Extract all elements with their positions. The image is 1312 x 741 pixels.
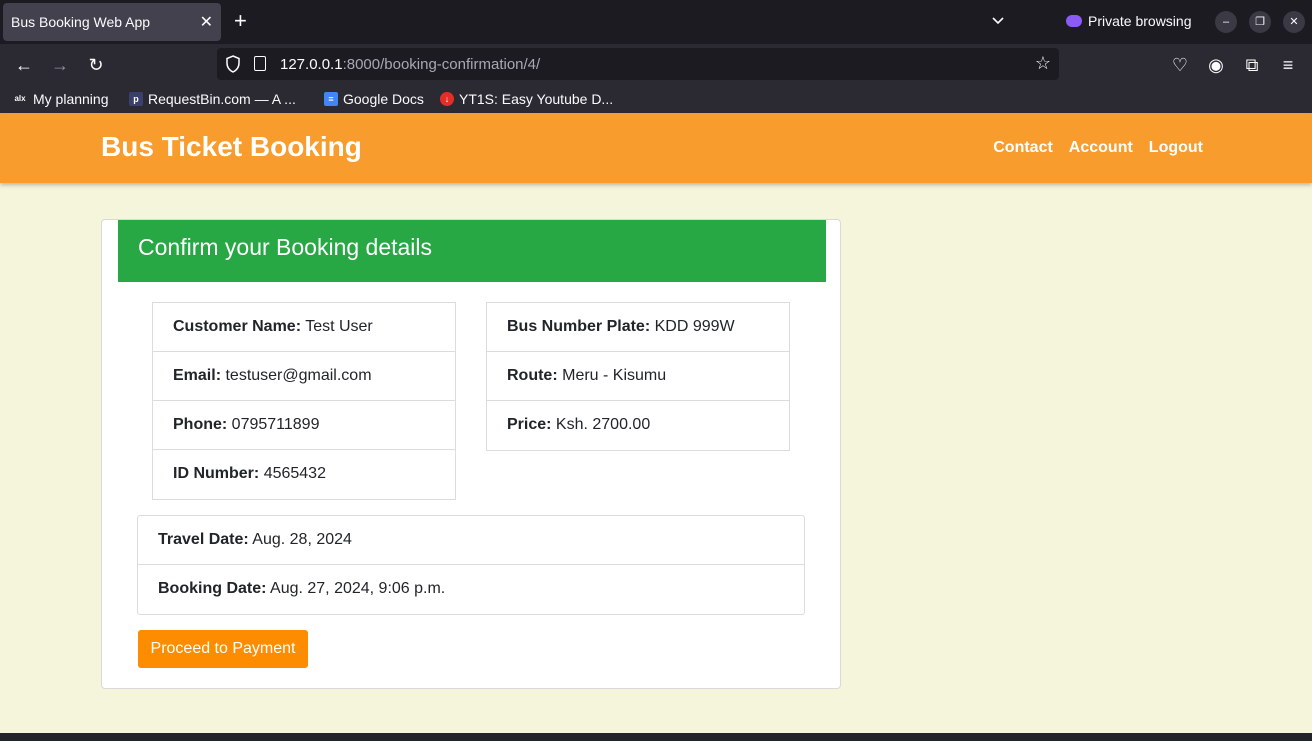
detail-label: Booking Date:: [158, 580, 267, 597]
list-item: Price: Ksh. 2700.00: [487, 401, 789, 450]
list-item: Customer Name: Test User: [153, 303, 455, 352]
bus-details-list: Bus Number Plate: KDD 999W Route: Meru -…: [486, 302, 790, 451]
list-item: Route: Meru - Kisumu: [487, 352, 789, 401]
address-bar[interactable]: 127.0.0.1:8000/booking-confirmation/4/ ☆: [217, 48, 1059, 80]
url-path: :8000/booking-confirmation/4/: [342, 56, 541, 73]
detail-value: Aug. 27, 2024, 9:06 p.m.: [270, 580, 446, 597]
card-header: Confirm your Booking details: [118, 220, 826, 282]
alx-icon: alx: [14, 94, 26, 103]
url-host: 127.0.0.1: [280, 56, 343, 73]
bookmark-requestbin[interactable]: p RequestBin.com — A ...: [129, 91, 296, 107]
list-item: ID Number: 4565432: [153, 450, 455, 499]
bookmark-star-icon[interactable]: ☆: [1035, 53, 1051, 74]
private-browsing-indicator: Private browsing: [1066, 13, 1192, 29]
bookmark-yt1s[interactable]: ↓ YT1S: Easy Youtube D...: [440, 91, 613, 107]
customer-details-list: Customer Name: Test User Email: testuser…: [152, 302, 456, 500]
requestbin-icon: p: [129, 92, 143, 106]
bookmark-label: My planning: [33, 91, 109, 107]
page-info-icon[interactable]: [254, 56, 266, 71]
menu-icon[interactable]: ≡: [1276, 53, 1300, 77]
yt1s-icon: ↓: [440, 92, 454, 106]
shield-icon[interactable]: [225, 55, 241, 73]
list-item: Phone: 0795711899: [153, 401, 455, 450]
list-item: Bus Number Plate: KDD 999W: [487, 303, 789, 352]
detail-label: ID Number:: [173, 465, 260, 482]
detail-value: 0795711899: [231, 416, 320, 433]
url-text[interactable]: 127.0.0.1:8000/booking-confirmation/4/: [280, 56, 540, 73]
private-browsing-label: Private browsing: [1088, 13, 1192, 29]
site-nav: Contact Account Logout: [993, 139, 1203, 157]
booking-card: Confirm your Booking details Customer Na…: [101, 219, 841, 689]
bookmark-google-docs[interactable]: ≡ Google Docs: [324, 91, 424, 107]
nav-contact[interactable]: Contact: [993, 139, 1053, 157]
browser-tab[interactable]: Bus Booking Web App ✕: [3, 3, 221, 41]
detail-label: Email:: [173, 367, 222, 384]
detail-label: Price:: [507, 416, 552, 433]
detail-value: 4565432: [263, 465, 326, 482]
extensions-icon[interactable]: ⧉: [1240, 53, 1264, 77]
nav-account[interactable]: Account: [1069, 139, 1133, 157]
bookmark-label: Google Docs: [343, 91, 424, 107]
detail-label: Travel Date:: [158, 531, 249, 548]
site-header: Bus Ticket Booking Contact Account Logou…: [0, 113, 1312, 183]
browser-tab-bar: Bus Booking Web App ✕ + Private browsing…: [0, 0, 1312, 44]
detail-label: Customer Name:: [173, 318, 302, 335]
minimize-icon[interactable]: –: [1215, 11, 1237, 33]
bookmarks-bar: alx My planning p RequestBin.com — A ...…: [0, 86, 1312, 113]
card-title: Confirm your Booking details: [138, 234, 433, 260]
detail-value: testuser@gmail.com: [225, 367, 372, 384]
detail-value: Meru - Kisumu: [562, 367, 667, 384]
list-item: Email: testuser@gmail.com: [153, 352, 455, 401]
detail-value: KDD 999W: [654, 318, 735, 335]
detail-label: Route:: [507, 367, 558, 384]
page-footer: [0, 733, 1312, 741]
bookmark-label: RequestBin.com — A ...: [148, 91, 296, 107]
pocket-icon[interactable]: ♡: [1168, 53, 1192, 77]
detail-value: Aug. 28, 2024: [252, 531, 352, 548]
list-item: Booking Date: Aug. 27, 2024, 9:06 p.m.: [138, 565, 804, 614]
new-tab-icon[interactable]: +: [234, 8, 247, 34]
reload-icon[interactable]: ↻: [84, 53, 108, 77]
restore-icon[interactable]: ❐: [1249, 11, 1271, 33]
site-brand[interactable]: Bus Ticket Booking: [101, 131, 362, 163]
detail-label: Phone:: [173, 416, 228, 433]
date-details-list: Travel Date: Aug. 28, 2024 Booking Date:…: [137, 515, 805, 615]
detail-value: Ksh. 2700.00: [555, 416, 651, 433]
window-close-icon[interactable]: ✕: [1283, 11, 1305, 33]
google-docs-icon: ≡: [324, 92, 338, 106]
private-mask-icon: [1066, 15, 1082, 27]
list-all-tabs-icon[interactable]: [990, 12, 1006, 28]
nav-logout[interactable]: Logout: [1149, 139, 1203, 157]
back-icon[interactable]: ←: [12, 53, 36, 77]
tab-title: Bus Booking Web App: [11, 14, 151, 30]
bookmark-my-planning[interactable]: alx My planning: [12, 91, 109, 107]
detail-label: Bus Number Plate:: [507, 318, 651, 335]
forward-icon[interactable]: →: [48, 53, 72, 77]
bookmark-label: YT1S: Easy Youtube D...: [459, 91, 614, 107]
close-tab-icon[interactable]: ✕: [200, 12, 213, 32]
account-icon[interactable]: ◉: [1204, 53, 1228, 77]
list-item: Travel Date: Aug. 28, 2024: [138, 516, 804, 565]
detail-value: Test User: [305, 318, 373, 335]
proceed-to-payment-button[interactable]: Proceed to Payment: [138, 630, 308, 668]
